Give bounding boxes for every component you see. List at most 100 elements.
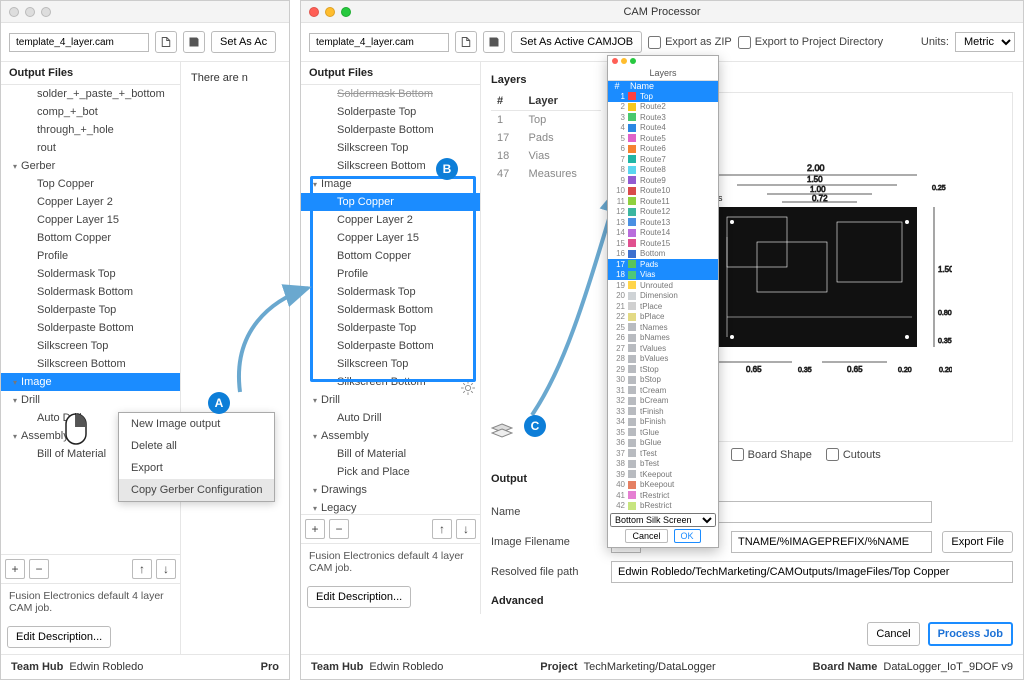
layer-popup-row[interactable]: 2Route2: [608, 102, 718, 113]
ctx-item[interactable]: New Image output: [119, 413, 274, 435]
edit-description-button[interactable]: Edit Description...: [7, 626, 111, 648]
layer-popup-row[interactable]: 40bKeepout: [608, 480, 718, 491]
layer-popup-row[interactable]: 41tRestrict: [608, 490, 718, 501]
tree-row[interactable]: solder_+_paste_+_bottom: [1, 85, 180, 103]
ctx-item[interactable]: Export: [119, 457, 274, 479]
layer-popup-row[interactable]: 4Route4: [608, 123, 718, 134]
tree-row[interactable]: Auto Drill: [301, 409, 480, 427]
tree-row[interactable]: Image: [1, 373, 180, 391]
tree-row[interactable]: Solderpaste Bottom: [301, 121, 480, 139]
tree-row[interactable]: Bottom Copper: [301, 247, 480, 265]
stack-icon[interactable]: [491, 423, 513, 441]
layer-popup-row[interactable]: 18Vias: [608, 270, 718, 281]
export-zip-checkbox[interactable]: Export as ZIP: [648, 36, 732, 49]
tree-row[interactable]: Drill: [1, 391, 180, 409]
set-active-camjob-button[interactable]: Set As Ac: [211, 31, 276, 53]
layer-popup-row[interactable]: 30bStop: [608, 375, 718, 386]
tree-row[interactable]: Drawings: [301, 481, 480, 499]
layer-row[interactable]: 18Vias: [491, 147, 601, 165]
tree-row[interactable]: Copper Layer 2: [301, 211, 480, 229]
edit-description-button[interactable]: Edit Description...: [307, 586, 411, 608]
layer-popup-row[interactable]: 21tPlace: [608, 301, 718, 312]
tree-row[interactable]: Solderpaste Top: [301, 319, 480, 337]
ctx-item[interactable]: Delete all: [119, 435, 274, 457]
layer-row[interactable]: 47Measures: [491, 165, 601, 183]
layer-popup-row[interactable]: 1Top: [608, 91, 718, 102]
layer-popup[interactable]: Layers #Name 1Top2Route23Route34Route45R…: [607, 55, 719, 548]
tree-row[interactable]: Profile: [301, 265, 480, 283]
tree-row[interactable]: Solderpaste Top: [1, 301, 180, 319]
layer-popup-row[interactable]: 7Route7: [608, 154, 718, 165]
layer-popup-row[interactable]: 10Route10: [608, 186, 718, 197]
tree-row[interactable]: Silkscreen Bottom: [1, 355, 180, 373]
layer-popup-row[interactable]: 16Bottom: [608, 249, 718, 260]
tree-row[interactable]: Gerber: [1, 157, 180, 175]
layer-popup-row[interactable]: 36bGlue: [608, 438, 718, 449]
tree-row[interactable]: Silkscreen Top: [301, 355, 480, 373]
layer-row[interactable]: 1Top: [491, 111, 601, 130]
tree-row[interactable]: Pick and Place: [301, 463, 480, 481]
layer-popup-row[interactable]: 11Route11: [608, 196, 718, 207]
layer-popup-row[interactable]: 8Route8: [608, 165, 718, 176]
layer-popup-row[interactable]: 31tCream: [608, 385, 718, 396]
layer-popup-row[interactable]: 17Pads: [608, 259, 718, 270]
output-files-tree-right[interactable]: Soldermask BottomSolderpaste TopSolderpa…: [301, 85, 480, 514]
tree-row[interactable]: Top Copper: [1, 175, 180, 193]
ctx-item[interactable]: Copy Gerber Configuration: [119, 479, 274, 501]
tree-row[interactable]: Soldermask Bottom: [301, 85, 480, 103]
tree-up-button[interactable]: ↑: [432, 519, 452, 539]
tree-down-button[interactable]: ↓: [156, 559, 176, 579]
tree-up-button[interactable]: ↑: [132, 559, 152, 579]
tree-row[interactable]: Assembly: [301, 427, 480, 445]
tree-row[interactable]: Legacy: [301, 499, 480, 514]
layer-popup-row[interactable]: 20Dimension: [608, 291, 718, 302]
layer-list[interactable]: # Layer 1Top17Pads18Vias47Measures: [491, 92, 601, 442]
layer-popup-row[interactable]: 5Route5: [608, 133, 718, 144]
layer-popup-row[interactable]: 6Route6: [608, 144, 718, 155]
layer-row[interactable]: 17Pads: [491, 129, 601, 147]
layer-popup-row[interactable]: 28bValues: [608, 354, 718, 365]
tree-add-button[interactable]: +: [5, 559, 25, 579]
export-dir-checkbox[interactable]: Export to Project Directory: [738, 36, 883, 49]
board-shape-checkbox[interactable]: Board Shape: [731, 448, 812, 461]
layer-popup-row[interactable]: 3Route3: [608, 112, 718, 123]
layer-popup-row[interactable]: 12Route12: [608, 207, 718, 218]
layer-popup-row[interactable]: 33tFinish: [608, 406, 718, 417]
layer-popup-row[interactable]: 9Route9: [608, 175, 718, 186]
layer-popup-row[interactable]: 27tValues: [608, 343, 718, 354]
layer-popup-row[interactable]: 37tTest: [608, 448, 718, 459]
tree-row[interactable]: comp_+_bot: [1, 103, 180, 121]
traffic-min[interactable]: [325, 7, 335, 17]
save-icon[interactable]: [483, 31, 505, 53]
traffic-max[interactable]: [41, 7, 51, 17]
tree-remove-button[interactable]: −: [329, 519, 349, 539]
tree-add-button[interactable]: +: [305, 519, 325, 539]
tree-remove-button[interactable]: −: [29, 559, 49, 579]
layer-popup-row[interactable]: 22bPlace: [608, 312, 718, 323]
tree-row[interactable]: Silkscreen Top: [1, 337, 180, 355]
tree-row[interactable]: Soldermask Top: [301, 283, 480, 301]
context-menu[interactable]: New Image outputDelete allExportCopy Ger…: [118, 412, 275, 502]
tree-row[interactable]: through_+_hole: [1, 121, 180, 139]
layer-popup-row[interactable]: 39tKeepout: [608, 469, 718, 480]
tree-row[interactable]: Silkscreen Bottom: [301, 373, 480, 391]
layer-popup-row[interactable]: 29tStop: [608, 364, 718, 375]
cam-filename-input[interactable]: [9, 33, 149, 52]
tree-down-button[interactable]: ↓: [456, 519, 476, 539]
cancel-button[interactable]: Cancel: [867, 622, 919, 646]
tree-row[interactable]: Copper Layer 2: [1, 193, 180, 211]
layer-popup-row[interactable]: 13Route13: [608, 217, 718, 228]
tree-row[interactable]: rout: [1, 139, 180, 157]
process-job-button[interactable]: Process Job: [928, 622, 1013, 646]
traffic-close[interactable]: [9, 7, 19, 17]
layer-popup-row[interactable]: 15Route15: [608, 238, 718, 249]
tree-row[interactable]: Soldermask Bottom: [301, 301, 480, 319]
layer-popup-row[interactable]: 19Unrouted: [608, 280, 718, 291]
cutouts-checkbox[interactable]: Cutouts: [826, 448, 881, 461]
tree-row[interactable]: Top Copper: [301, 193, 480, 211]
tree-row[interactable]: Solderpaste Top: [301, 103, 480, 121]
layer-popup-row[interactable]: 25tNames: [608, 322, 718, 333]
traffic-close[interactable]: [309, 7, 319, 17]
layer-popup-ok[interactable]: OK: [674, 529, 701, 543]
tree-row[interactable]: Silkscreen Top: [301, 139, 480, 157]
